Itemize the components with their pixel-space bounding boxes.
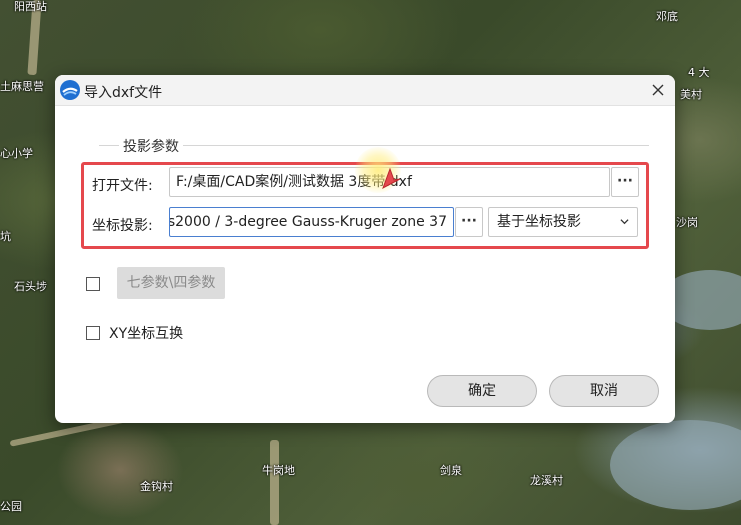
group-title: 投影参数 — [119, 136, 183, 156]
map-label: 坑 — [0, 230, 11, 243]
map-label: 石头埗 — [14, 280, 47, 293]
browse-projection-button[interactable]: ··· — [455, 207, 483, 237]
close-button[interactable] — [647, 79, 669, 101]
app-logo-icon — [60, 80, 80, 100]
browse-file-button[interactable]: ··· — [611, 167, 639, 197]
chevron-down-icon — [620, 219, 629, 225]
map-label: 牛岗地 — [262, 464, 295, 477]
import-dxf-dialog: 导入dxf文件 投影参数 打开文件: F:/桌面/CAD案例/测试数据 3度带.… — [55, 75, 675, 423]
map-label: 邓底 — [656, 10, 678, 23]
coord-projection-label: 坐标投影: — [92, 218, 153, 234]
open-file-label: 打开文件: — [92, 178, 153, 194]
close-icon — [652, 84, 664, 96]
mouse-cursor-icon — [382, 168, 401, 190]
map-label: 龙溪村 — [530, 474, 563, 487]
dialog-titlebar: 导入dxf文件 — [55, 75, 675, 106]
map-label: 阳西站 — [14, 0, 47, 13]
map-river — [610, 420, 741, 510]
projection-mode-value: 基于坐标投影 — [497, 214, 581, 230]
ok-button[interactable]: 确定 — [427, 375, 537, 407]
xy-swap-checkbox[interactable] — [86, 326, 100, 340]
map-road — [270, 440, 279, 525]
dialog-title: 导入dxf文件 — [84, 85, 163, 101]
map-label: 剑泉 — [440, 464, 462, 477]
map-label: 美村 — [680, 88, 702, 101]
cancel-button[interactable]: 取消 — [549, 375, 659, 407]
projection-mode-select[interactable]: 基于坐标投影 — [488, 207, 638, 237]
map-label: 4 大 — [688, 66, 710, 79]
map-label: 沙岗 — [676, 216, 698, 229]
map-label: 金钩村 — [140, 480, 173, 493]
coord-projection-input[interactable]: s2000 / 3-degree Gauss-Kruger zone 37 — [169, 207, 454, 237]
seven-param-button[interactable]: 七参数\四参数 — [117, 267, 225, 299]
xy-swap-label: XY坐标互换 — [109, 326, 184, 342]
map-label: 土麻思营 — [0, 80, 44, 93]
map-label: 公园 — [0, 500, 22, 513]
coord-projection-value: s2000 / 3-degree Gauss-Kruger zone 37 — [169, 214, 447, 230]
seven-param-checkbox[interactable] — [86, 277, 100, 291]
map-label: 心小学 — [0, 147, 33, 160]
